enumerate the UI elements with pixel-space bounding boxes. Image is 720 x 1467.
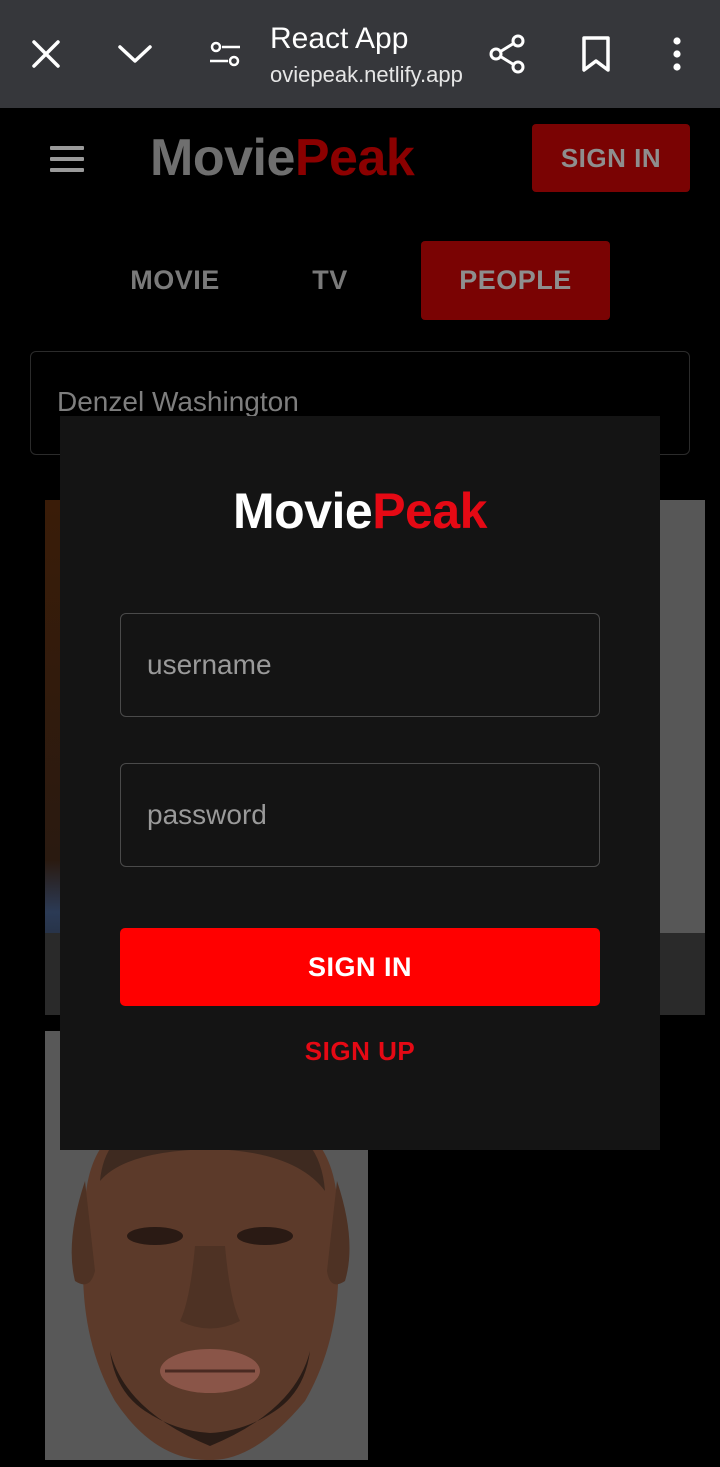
hamburger-icon-bar xyxy=(50,157,84,161)
chevron-down-icon xyxy=(118,45,152,63)
password-input[interactable] xyxy=(121,764,599,866)
password-field[interactable] xyxy=(120,763,600,867)
sign-up-link[interactable]: SIGN UP xyxy=(60,1036,660,1067)
hamburger-icon-bar xyxy=(50,146,84,150)
more-vert-icon xyxy=(673,37,681,71)
close-icon xyxy=(32,40,60,68)
search-input-value: Denzel Washington xyxy=(57,386,299,417)
username-input[interactable] xyxy=(121,614,599,716)
more-options-button[interactable] xyxy=(645,22,709,86)
brand-logo-part1: Movie xyxy=(150,129,295,187)
share-icon xyxy=(489,34,525,74)
bookmark-button[interactable] xyxy=(564,22,628,86)
modal-brand-part1: Movie xyxy=(233,483,373,539)
tab-people[interactable]: PEOPLE xyxy=(421,241,610,320)
site-settings-button[interactable] xyxy=(193,22,257,86)
header-sign-in-button[interactable]: SIGN IN xyxy=(532,124,690,192)
tab-movie[interactable]: MOVIE xyxy=(110,241,240,320)
result-card-image xyxy=(660,500,705,933)
username-field[interactable] xyxy=(120,613,600,717)
share-button[interactable] xyxy=(475,22,539,86)
brand-logo-part2: Peak xyxy=(294,129,415,187)
close-tab-button[interactable] xyxy=(14,22,78,86)
sign-in-button[interactable]: SIGN IN xyxy=(120,928,600,1006)
hamburger-icon-bar xyxy=(50,168,84,172)
brand-logo[interactable]: MoviePeak xyxy=(150,128,415,188)
site-settings-icon xyxy=(210,41,240,67)
page-title: React App xyxy=(270,22,409,55)
modal-brand-part2: Peak xyxy=(372,483,487,539)
page-url[interactable]: oviepeak.netlify.app xyxy=(270,62,463,88)
tab-tv[interactable]: TV xyxy=(280,241,380,320)
minimize-button[interactable] xyxy=(103,22,167,86)
browser-toolbar: React App oviepeak.netlify.app xyxy=(0,0,720,108)
bookmark-icon xyxy=(582,36,610,72)
sign-in-modal: MoviePeak SIGN IN SIGN UP xyxy=(60,416,660,1150)
app-header: MoviePeak SIGN IN xyxy=(0,108,720,218)
menu-button[interactable] xyxy=(44,142,90,176)
modal-brand-logo: MoviePeak xyxy=(60,482,660,540)
